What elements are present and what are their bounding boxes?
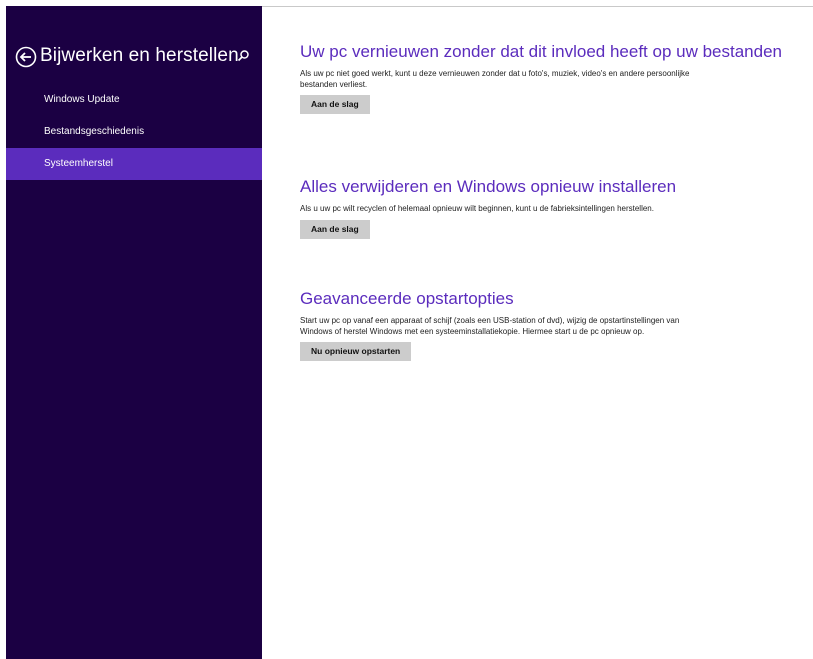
reset-start-button[interactable]: Aan de slag: [300, 219, 370, 239]
section-description: Als u uw pc wilt recyclen of helemaal op…: [300, 204, 654, 213]
sidebar-item-bestandsgeschiedenis[interactable]: Bestandsgeschiedenis: [6, 116, 262, 148]
search-icon[interactable]: [235, 48, 251, 64]
sidebar-header: Bijwerken en herstellen: [6, 43, 262, 71]
refresh-start-button[interactable]: Aan de slag: [300, 95, 370, 114]
sidebar-title: Bijwerken en herstellen: [40, 45, 239, 66]
sidebar: Bijwerken en herstellen Windows Update B…: [6, 6, 262, 659]
section-description: Start uw pc op vanaf een apparaat of sch…: [300, 316, 680, 336]
settings-window: Bijwerken en herstellen Windows Update B…: [0, 0, 813, 659]
top-divider: [262, 6, 813, 7]
sidebar-item-windows-update[interactable]: Windows Update: [6, 84, 262, 116]
section-advanced-startup: Geavanceerde opstartopties Start uw pc o…: [300, 288, 800, 361]
section-heading: Geavanceerde opstartopties: [300, 289, 514, 308]
back-arrow-circle-icon[interactable]: [14, 45, 38, 69]
sidebar-nav: Windows Update Bestandsgeschiedenis Syst…: [6, 84, 262, 180]
section-heading: Uw pc vernieuwen zonder dat dit invloed …: [300, 42, 782, 61]
section-description: Als uw pc niet goed werkt, kunt u deze v…: [300, 69, 690, 89]
restart-now-button[interactable]: Nu opnieuw opstarten: [300, 342, 412, 361]
sidebar-item-systeemherstel[interactable]: Systeemherstel: [6, 148, 262, 180]
section-heading: Alles verwijderen en Windows opnieuw ins…: [300, 177, 677, 196]
section-reset: Alles verwijderen en Windows opnieuw ins…: [300, 176, 800, 239]
section-refresh: Uw pc vernieuwen zonder dat dit invloed …: [300, 41, 800, 114]
